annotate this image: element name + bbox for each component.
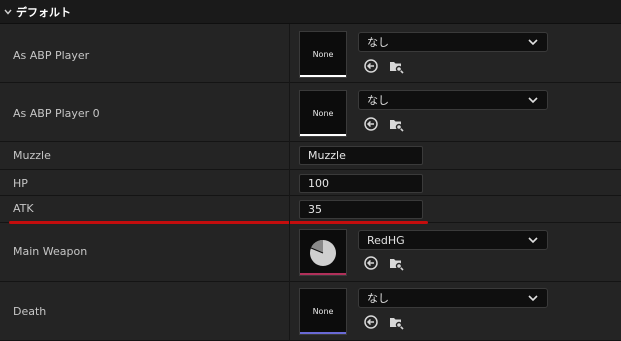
asset-thumbnail[interactable]: None (299, 31, 347, 78)
chevron-down-icon (528, 39, 538, 46)
pie-thumbnail-icon (310, 239, 336, 266)
use-selected-asset-icon[interactable] (363, 58, 379, 74)
browse-asset-icon[interactable] (388, 116, 404, 132)
asset-type-bar (300, 332, 346, 334)
use-selected-asset-icon[interactable] (363, 116, 379, 132)
asset-picker-dropdown[interactable]: なし (358, 32, 548, 52)
dropdown-value: なし (367, 292, 389, 305)
property-label: Muzzle (13, 149, 51, 162)
chevron-down-icon (528, 295, 538, 302)
asset-picker-dropdown[interactable]: なし (358, 288, 548, 308)
use-selected-asset-icon[interactable] (363, 314, 379, 330)
chevron-down-icon[interactable] (2, 6, 14, 18)
asset-type-bar (300, 273, 346, 275)
dropdown-value: なし (367, 94, 389, 107)
chevron-down-icon (528, 237, 538, 244)
browse-asset-icon[interactable] (388, 314, 404, 330)
section-header[interactable]: デフォルト (0, 0, 621, 24)
asset-type-bar (300, 75, 346, 77)
property-label: As ABP Player 0 (13, 107, 100, 120)
asset-thumbnail[interactable]: None (299, 90, 347, 137)
property-label: As ABP Player (13, 49, 90, 62)
atk-field[interactable]: 35 (299, 200, 423, 219)
property-label: Main Weapon (13, 245, 88, 258)
browse-asset-icon[interactable] (388, 58, 404, 74)
asset-type-bar (300, 134, 346, 136)
asset-thumbnail[interactable]: None (299, 288, 347, 335)
browse-asset-icon[interactable] (388, 255, 404, 271)
use-selected-asset-icon[interactable] (363, 255, 379, 271)
asset-thumbnail[interactable] (299, 229, 347, 276)
dropdown-value: RedHG (367, 233, 405, 247)
section-title: デフォルト (16, 5, 71, 19)
field-value: 35 (308, 203, 322, 216)
property-label: ATK (13, 202, 34, 215)
asset-picker-dropdown[interactable]: RedHG (358, 230, 548, 250)
column-divider[interactable] (289, 24, 290, 341)
thumbnail-text: None (312, 307, 334, 316)
hp-field[interactable]: 100 (299, 174, 423, 193)
dropdown-value: なし (367, 36, 389, 49)
asset-picker-dropdown[interactable]: なし (358, 90, 548, 110)
property-label: HP (13, 177, 28, 190)
thumbnail-text: None (312, 109, 334, 118)
property-label: Death (13, 305, 47, 318)
muzzle-field[interactable]: Muzzle (299, 146, 423, 165)
chevron-down-icon (528, 97, 538, 104)
field-value: Muzzle (308, 149, 346, 162)
field-value: 100 (308, 177, 329, 190)
thumbnail-text: None (312, 50, 334, 59)
